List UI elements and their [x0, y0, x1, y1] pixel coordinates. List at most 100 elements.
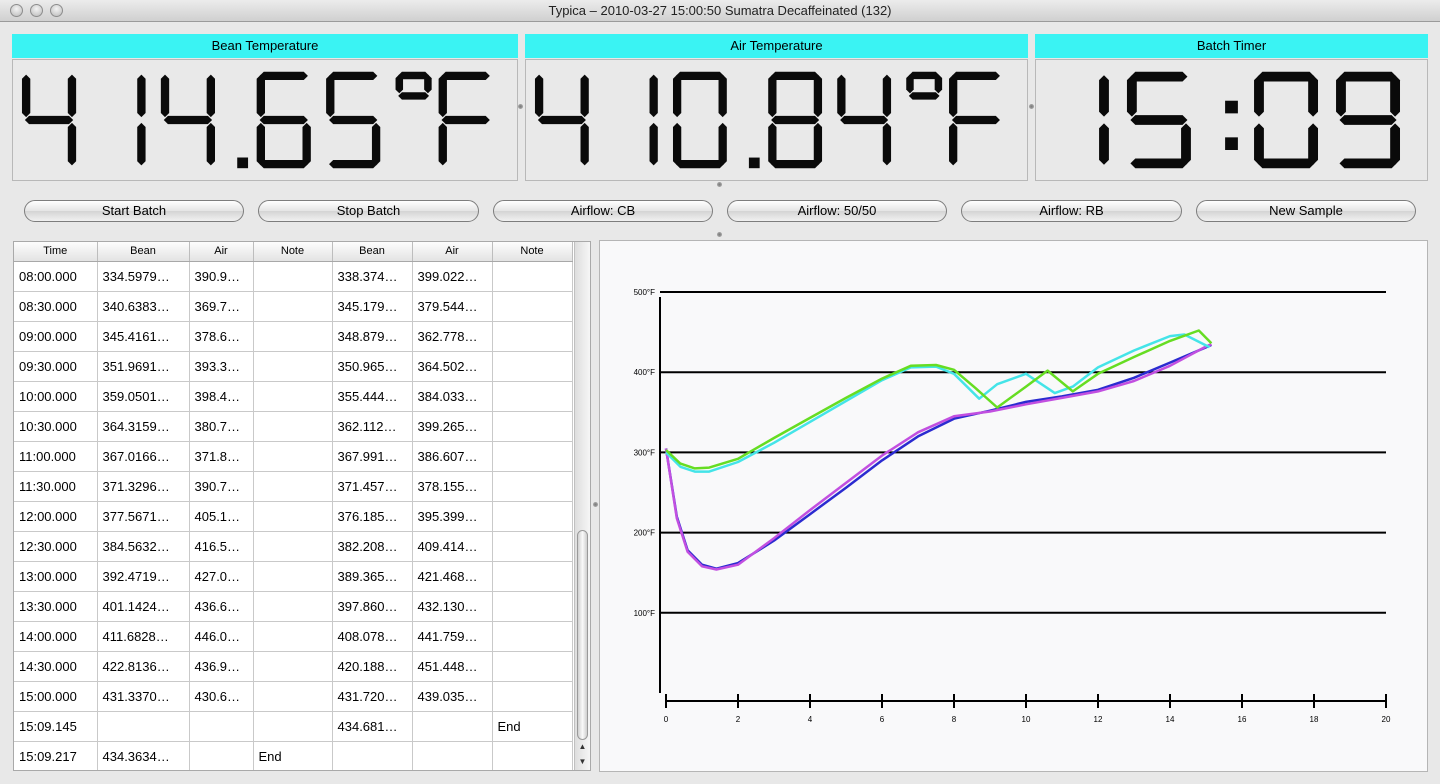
table-cell[interactable]: [332, 741, 413, 770]
table-cell[interactable]: 08:00.000: [14, 261, 98, 292]
table-cell[interactable]: [253, 561, 333, 592]
table-cell[interactable]: [492, 561, 573, 592]
table-cell[interactable]: 10:30.000: [14, 411, 98, 442]
table-cell[interactable]: [253, 651, 333, 682]
airflow-rb-button[interactable]: Airflow: RB: [961, 200, 1182, 222]
table-cell[interactable]: 434.681…: [332, 711, 413, 742]
table-cell[interactable]: 430.6…: [189, 681, 254, 712]
table-cell[interactable]: [412, 741, 493, 770]
table-cell[interactable]: 392.4719…: [97, 561, 190, 592]
table-cell[interactable]: 384.033…: [412, 381, 493, 412]
table-cell[interactable]: [492, 261, 573, 292]
table-cell[interactable]: 364.502…: [412, 351, 493, 382]
table-cell[interactable]: [492, 351, 573, 382]
table-cell[interactable]: 436.9…: [189, 651, 254, 682]
table-cell[interactable]: 11:00.000: [14, 441, 98, 472]
table-row[interactable]: 11:30.000 371.3296… 390.7… 371.457… 378.155…: [14, 471, 573, 502]
table-cell[interactable]: 376.185…: [332, 501, 413, 532]
table-row[interactable]: 10:00.000 359.0501… 398.4… 355.444… 384.033…: [14, 381, 573, 412]
table-cell[interactable]: 13:00.000: [14, 561, 98, 592]
table-cell[interactable]: 416.5…: [189, 531, 254, 562]
table-cell[interactable]: 393.3…: [189, 351, 254, 382]
airflow-5050-button[interactable]: Airflow: 50/50: [727, 200, 947, 222]
table-cell[interactable]: [412, 711, 493, 742]
table-row[interactable]: 08:00.000 334.5979… 390.9… 338.374… 399.022…: [14, 261, 573, 292]
table-cell[interactable]: 378.155…: [412, 471, 493, 502]
table-cell[interactable]: [253, 501, 333, 532]
table-cell[interactable]: 08:30.000: [14, 291, 98, 322]
table-cell[interactable]: [189, 711, 254, 742]
column-header-air[interactable]: Air: [189, 242, 254, 262]
table-cell[interactable]: [492, 321, 573, 352]
table-cell[interactable]: 431.3370…: [97, 681, 190, 712]
table-row[interactable]: 09:30.000 351.9691… 393.3… 350.965… 364.502…: [14, 351, 573, 382]
table-cell[interactable]: [492, 441, 573, 472]
table-row[interactable]: 14:00.000 411.6828… 446.0… 408.078… 441.759…: [14, 621, 573, 652]
table-cell[interactable]: 441.759…: [412, 621, 493, 652]
table-cell[interactable]: 382.208…: [332, 531, 413, 562]
table-cell[interactable]: 420.188…: [332, 651, 413, 682]
column-header-time[interactable]: Time: [14, 242, 98, 262]
table-cell[interactable]: [253, 711, 333, 742]
table-row[interactable]: 09:00.000 345.4161… 378.6… 348.879… 362.778…: [14, 321, 573, 352]
table-cell[interactable]: 12:00.000: [14, 501, 98, 532]
new-sample-button[interactable]: New Sample: [1196, 200, 1416, 222]
table-cell[interactable]: [253, 411, 333, 442]
table-cell[interactable]: [492, 591, 573, 622]
table-cell[interactable]: [253, 471, 333, 502]
table-cell[interactable]: [492, 501, 573, 532]
table-cell[interactable]: End: [253, 741, 333, 770]
table-cell[interactable]: 390.9…: [189, 261, 254, 292]
table-row[interactable]: 12:30.000 384.5632… 416.5… 382.208… 409.414…: [14, 531, 573, 562]
scroll-down-icon[interactable]: ▼: [575, 755, 590, 769]
table-cell[interactable]: 359.0501…: [97, 381, 190, 412]
table-cell[interactable]: 446.0…: [189, 621, 254, 652]
start-batch-button[interactable]: Start Batch: [24, 200, 244, 222]
table-cell[interactable]: [492, 471, 573, 502]
table-cell[interactable]: [253, 441, 333, 472]
table-cell[interactable]: 350.965…: [332, 351, 413, 382]
table-cell[interactable]: 369.7…: [189, 291, 254, 322]
scrollbar-thumb[interactable]: [577, 530, 588, 740]
table-cell[interactable]: 367.0166…: [97, 441, 190, 472]
table-cell[interactable]: 11:30.000: [14, 471, 98, 502]
table-cell[interactable]: 427.0…: [189, 561, 254, 592]
splitter-handle[interactable]: [717, 182, 722, 187]
table-cell[interactable]: 14:30.000: [14, 651, 98, 682]
table-row[interactable]: 15:09.145 434.681… End: [14, 711, 573, 742]
table-row[interactable]: 11:00.000 367.0166… 371.8… 367.991… 386.607…: [14, 441, 573, 472]
table-cell[interactable]: 338.374…: [332, 261, 413, 292]
table-cell[interactable]: 409.414…: [412, 531, 493, 562]
table-cell[interactable]: 09:00.000: [14, 321, 98, 352]
table-cell[interactable]: 384.5632…: [97, 531, 190, 562]
table-cell[interactable]: [492, 681, 573, 712]
table-cell[interactable]: 340.6383…: [97, 291, 190, 322]
table-cell[interactable]: 411.6828…: [97, 621, 190, 652]
table-cell[interactable]: [253, 261, 333, 292]
table-cell[interactable]: 09:30.000: [14, 351, 98, 382]
table-cell[interactable]: [492, 291, 573, 322]
table-cell[interactable]: 371.8…: [189, 441, 254, 472]
table-cell[interactable]: [253, 291, 333, 322]
table-cell[interactable]: 348.879…: [332, 321, 413, 352]
splitter-handle[interactable]: [1029, 104, 1034, 109]
table-row[interactable]: 08:30.000 340.6383… 369.7… 345.179… 379.544…: [14, 291, 573, 322]
table-cell[interactable]: 362.778…: [412, 321, 493, 352]
table-cell[interactable]: 399.022…: [412, 261, 493, 292]
table-cell[interactable]: [492, 741, 573, 770]
table-cell[interactable]: [492, 381, 573, 412]
table-cell[interactable]: 451.448…: [412, 651, 493, 682]
column-header-bean[interactable]: Bean: [97, 242, 190, 262]
table-cell[interactable]: 432.130…: [412, 591, 493, 622]
table-row[interactable]: 10:30.000 364.3159… 380.7… 362.112… 399.265…: [14, 411, 573, 442]
table-cell[interactable]: 436.6…: [189, 591, 254, 622]
table-cell[interactable]: 401.1424…: [97, 591, 190, 622]
table-row[interactable]: 15:00.000 431.3370… 430.6… 431.720… 439.035…: [14, 681, 573, 712]
table-row[interactable]: 13:30.000 401.1424… 436.6… 397.860… 432.130…: [14, 591, 573, 622]
column-header-air-target[interactable]: Air: [412, 242, 493, 262]
table-cell[interactable]: 15:09.145: [14, 711, 98, 742]
table-row[interactable]: 12:00.000 377.5671… 405.1… 376.185… 395.399…: [14, 501, 573, 532]
table-cell[interactable]: [253, 621, 333, 652]
table-cell[interactable]: 371.3296…: [97, 471, 190, 502]
table-cell[interactable]: 421.468…: [412, 561, 493, 592]
